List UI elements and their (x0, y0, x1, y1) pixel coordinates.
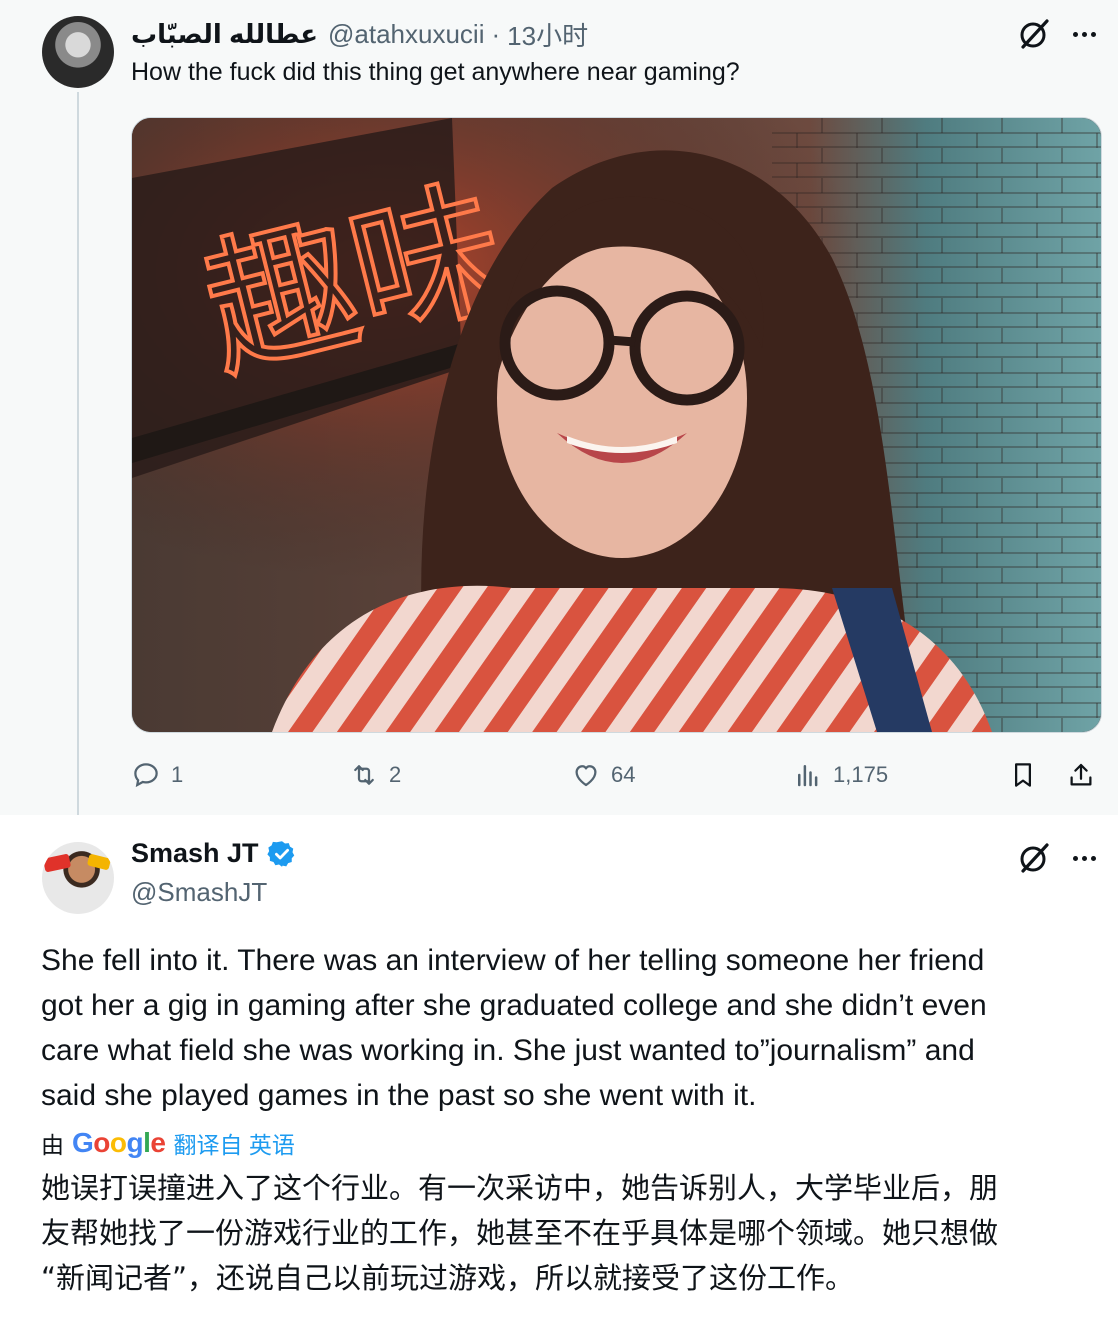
action-bar: 1 2 64 1,175 (131, 755, 1100, 795)
avatar[interactable] (42, 16, 114, 88)
author-handle[interactable]: @atahxuxucii (328, 19, 484, 50)
repost-button[interactable]: 2 (349, 755, 401, 795)
timestamp[interactable]: 13小时 (507, 16, 588, 53)
thread-connector-line (77, 92, 79, 815)
repost-icon (354, 765, 374, 785)
views-icon (798, 765, 818, 787)
photo-woman-neon-sign: 趣味 (132, 118, 1101, 732)
views-count: 1,175 (833, 762, 889, 787)
more-icon[interactable] (1069, 843, 1099, 873)
reply-icon (134, 763, 158, 788)
tweet-text-line: got her a gig in gaming after she gradua… (41, 989, 987, 1022)
more-icon[interactable] (1069, 19, 1099, 49)
reply-count: 1 (171, 762, 184, 787)
author-handle[interactable]: @SmashJT (131, 877, 267, 908)
tweet-text-line: She fell into it. There was an interview… (41, 944, 985, 977)
repost-count: 2 (389, 762, 402, 787)
tweet-header: عطالله الصبّاب @atahxuxucii · 13小时 (131, 16, 588, 52)
grok-icon[interactable] (1017, 17, 1051, 51)
avatar[interactable] (42, 842, 114, 914)
translated-text: 她误打误撞进入了这个行业。有一次采访中，她告诉别人，大学毕业后，朋 友帮她找了一… (41, 1166, 1101, 1301)
tweet-text-line: care what field she was working in. She … (41, 1034, 975, 1067)
tweet-text: How the fuck did this thing get anywhere… (131, 58, 740, 86)
translate-prefix: 由 (41, 1132, 64, 1158)
tweet-image[interactable]: 趣味 (131, 117, 1102, 733)
author-name[interactable]: عطالله الصبّاب (131, 19, 318, 50)
translated-text-line: “新闻记者”，还说自己以前玩过游戏，所以就接受了这份工作。 (41, 1261, 855, 1295)
tweet-header: Smash JT (131, 838, 297, 869)
author-name[interactable]: Smash JT (131, 838, 259, 869)
tweet-text: She fell into it. There was an interview… (41, 938, 1091, 1118)
like-icon (575, 765, 597, 787)
translated-from-link[interactable]: 翻译自 英语 (173, 1126, 294, 1160)
like-button[interactable]: 64 (571, 755, 635, 795)
verified-badge-icon[interactable] (266, 839, 297, 869)
header-separator: · (491, 18, 501, 49)
translated-text-line: 她误打误撞进入了这个行业。有一次采访中，她告诉别人，大学毕业后，朋 (41, 1171, 999, 1205)
translated-text-line: 友帮她找了一份游戏行业的工作，她甚至不在乎具体是哪个领域。她只想做 (41, 1216, 999, 1250)
views-button[interactable]: 1,175 (793, 755, 888, 795)
bookmark-icon (1015, 763, 1031, 787)
translation-attribution: 由 Google 翻译自 英语 (41, 1125, 295, 1161)
share-icon (1070, 763, 1092, 786)
reply-button[interactable]: 1 (131, 755, 183, 795)
share-button[interactable] (1066, 755, 1106, 795)
grok-icon[interactable] (1017, 841, 1051, 875)
tweet-text-line: said she played games in the past so she… (41, 1079, 757, 1112)
like-count: 64 (611, 762, 636, 787)
google-logo: Google (72, 1127, 166, 1158)
bookmark-button[interactable] (1008, 755, 1048, 795)
